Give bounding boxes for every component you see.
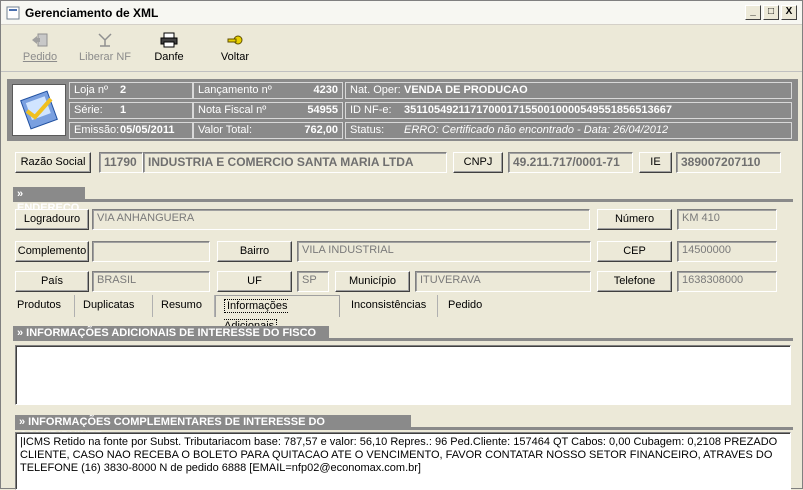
logradouro-field[interactable]: VIA ANHANGUERA: [92, 209, 590, 230]
pedido-label: Pedido: [22, 51, 58, 63]
voltar-label: Voltar: [220, 51, 250, 63]
nat-oper-cell: Nat. Oper: VENDA DE PRODUCAO: [345, 82, 792, 99]
complemento-field[interactable]: [92, 241, 210, 262]
liberar-nf-button[interactable]: Liberar NF: [77, 32, 133, 63]
bairro-button[interactable]: Bairro: [217, 241, 292, 262]
telefone-button[interactable]: Telefone: [597, 271, 672, 292]
tab-pedido[interactable]: Pedido: [440, 295, 494, 317]
cep-button[interactable]: CEP: [597, 241, 672, 262]
lancamento-cell: Lançamento nº 4230: [193, 82, 343, 99]
numero-field[interactable]: KM 410: [677, 209, 777, 230]
tab-resumo[interactable]: Resumo: [153, 295, 215, 317]
nat-oper-value: VENDA DE PRODUCAO: [404, 84, 528, 96]
voltar-button[interactable]: Voltar: [213, 32, 257, 63]
pais-field[interactable]: BRASIL: [92, 271, 210, 292]
info-contribuinte-divider: [15, 427, 793, 430]
printer-icon: [160, 32, 178, 48]
complemento-button[interactable]: Complemento: [15, 241, 89, 262]
numero-button[interactable]: Número: [597, 209, 672, 230]
codigo-field[interactable]: 11790: [99, 152, 143, 173]
document-logo-icon: [12, 84, 66, 136]
info-fisco-textarea[interactable]: [15, 345, 791, 405]
serie-value: 1: [120, 104, 127, 116]
cnpj-field[interactable]: 49.211.717/0001-71: [508, 152, 633, 173]
id-nfe-cell: ID NF-e: 35110549211717000171550010000549…: [345, 102, 792, 119]
lancamento-value: 4230: [313, 84, 338, 96]
close-button[interactable]: X: [781, 5, 797, 20]
danfe-label: Danfe: [154, 51, 184, 63]
maximize-button[interactable]: □: [763, 5, 779, 20]
nota-fiscal-value: 54955: [307, 104, 338, 116]
tab-duplicatas[interactable]: Duplicatas: [75, 295, 153, 317]
info-fisco-divider: [13, 338, 793, 341]
title-bar: Gerenciamento de XML _ □ X: [1, 1, 802, 25]
nota-fiscal-cell: Nota Fiscal nº 54955: [193, 102, 343, 119]
cnpj-button[interactable]: CNPJ: [453, 152, 503, 173]
liberar-nf-icon: [98, 33, 112, 47]
endereco-divider: [13, 199, 793, 202]
municipio-button[interactable]: Município: [335, 271, 410, 292]
ie-field[interactable]: 389007207110: [676, 152, 781, 173]
id-nfe-value: 3511054921171700017155001000054955185651…: [404, 104, 672, 116]
toolbar: Pedido Liberar NF Danfe Voltar: [1, 26, 802, 72]
danfe-button[interactable]: Danfe: [149, 32, 189, 63]
telefone-field[interactable]: 1638308000: [677, 271, 777, 292]
pedido-button[interactable]: Pedido: [19, 32, 61, 63]
razao-social-button[interactable]: Razão Social: [15, 152, 91, 173]
loja-cell: Loja nº 2: [69, 82, 193, 99]
tab-produtos[interactable]: Produtos: [9, 295, 75, 317]
valor-total-value: 762,00: [304, 124, 338, 136]
serie-cell: Série: 1: [69, 102, 193, 119]
uf-field[interactable]: SP: [297, 271, 329, 292]
emissao-cell: Emissão: 05/05/2011: [69, 122, 193, 139]
key-icon: [227, 35, 243, 45]
xml-management-window: Gerenciamento de XML _ □ X Pedido Libera…: [0, 0, 803, 490]
status-value: ERRO: Certificado não encontrado - Data:…: [404, 124, 669, 136]
ie-button[interactable]: IE: [639, 152, 672, 173]
razao-social-field[interactable]: INDUSTRIA E COMERCIO SANTA MARIA LTDA: [143, 152, 447, 173]
uf-button[interactable]: UF: [217, 271, 292, 292]
emissao-value: 05/05/2011: [120, 124, 175, 136]
status-cell: Status: ERRO: Certificado não encontrado …: [345, 122, 792, 139]
loja-value: 2: [120, 84, 127, 96]
municipio-field[interactable]: ITUVERAVA: [415, 271, 591, 292]
tab-informacoes-adicionais[interactable]: Informações Adicionais: [215, 295, 340, 333]
info-contribuinte-textarea[interactable]: |ICMS Retido na fonte por Subst. Tributa…: [15, 432, 791, 490]
pais-button[interactable]: País: [15, 271, 89, 292]
cep-field[interactable]: 14500000: [677, 241, 777, 262]
app-icon: [6, 6, 20, 20]
window-title: Gerenciamento de XML: [25, 6, 159, 20]
nf-header-panel: Loja nº 2 Série: 1 Emissão: 05/05/2011 Lanç…: [7, 79, 798, 141]
valor-total-cell: Valor Total: 762,00: [193, 122, 343, 139]
minimize-button[interactable]: _: [745, 5, 761, 20]
liberar-nf-label: Liberar NF: [79, 51, 131, 63]
logradouro-button[interactable]: Logradouro: [15, 209, 89, 230]
pedido-icon: [32, 33, 48, 47]
tab-inconsistencias[interactable]: Inconsistências: [343, 295, 438, 317]
bairro-field[interactable]: VILA INDUSTRIAL: [297, 241, 591, 262]
